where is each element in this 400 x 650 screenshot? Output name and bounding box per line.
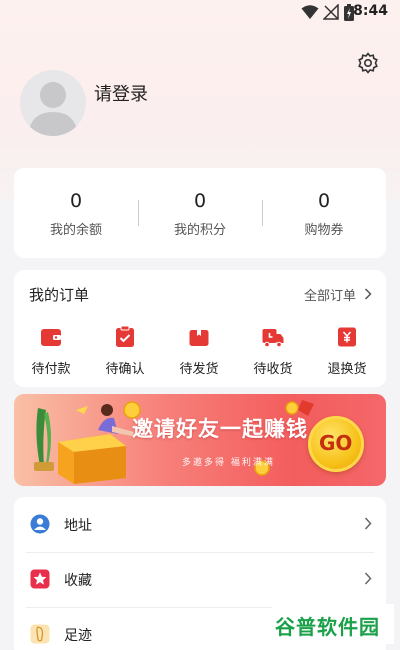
banner-title: 邀请好友一起赚钱: [132, 417, 308, 441]
menu-item-label: 收藏: [64, 573, 92, 589]
footprint-icon: [30, 624, 50, 644]
coupon-label: 购物券: [304, 223, 344, 238]
chevron-right-icon: [364, 572, 372, 585]
status-time: 8:44: [353, 3, 388, 19]
menu-item-label: 足迹: [64, 628, 92, 644]
order-item-label: 待确认: [105, 362, 145, 377]
order-item-label: 待发货: [179, 362, 219, 377]
yen-refund-icon: [338, 327, 356, 347]
go-button[interactable]: GO: [308, 416, 364, 472]
points-stat[interactable]: 0 我的积分: [138, 190, 262, 238]
delivery-truck-icon: [262, 329, 284, 348]
watermark-text: 谷普软件园: [275, 615, 380, 639]
menu-item-favorites[interactable]: 收藏: [14, 552, 386, 607]
balance-value: 0: [69, 190, 83, 212]
all-orders-link[interactable]: 全部订单: [304, 285, 356, 304]
avatar-icon: [28, 82, 78, 136]
order-item-label: 退换货: [327, 362, 367, 377]
points-label: 我的积分: [173, 223, 226, 238]
watermark: 谷普软件园: [272, 604, 394, 644]
login-link[interactable]: 请登录: [94, 80, 148, 106]
orders-title: 我的订单: [29, 286, 90, 304]
points-value: 0: [193, 190, 207, 212]
avatar[interactable]: [20, 70, 86, 136]
menu-item-label: 地址: [64, 518, 92, 534]
invite-banner[interactable]: 邀请好友一起赚钱 多邀多得 福利满满 GO: [14, 394, 386, 486]
wallet-icon: [41, 329, 61, 346]
balance-label: 我的余额: [49, 223, 102, 238]
account-stats-card: 0 我的余额 0 我的积分 0 购物券: [14, 168, 386, 258]
signal-icon: [323, 4, 339, 20]
coupon-stat[interactable]: 0 购物券: [262, 190, 386, 238]
star-icon: [30, 569, 50, 589]
coupon-value: 0: [317, 190, 331, 212]
order-pending-confirm[interactable]: 待确认: [88, 325, 162, 377]
status-bar: 8:44: [0, 0, 400, 24]
balance-stat[interactable]: 0 我的余额: [14, 190, 138, 238]
go-label: GO: [319, 431, 353, 455]
menu-item-address[interactable]: 地址: [14, 497, 386, 552]
order-returns[interactable]: 退换货: [310, 325, 384, 377]
location-person-icon: [30, 514, 50, 534]
gear-icon[interactable]: [356, 51, 380, 75]
checklist-icon: [116, 325, 134, 347]
chevron-right-icon[interactable]: [364, 288, 372, 300]
package-icon: [189, 330, 209, 346]
order-item-label: 待付款: [31, 362, 71, 377]
orders-card: 我的订单 全部订单 待付款 待确认 待发货 待收货 退换货: [14, 270, 386, 387]
order-item-label: 待收货: [253, 362, 293, 377]
banner-subtitle: 多邀多得 福利满满: [182, 458, 275, 468]
order-pending-receipt[interactable]: 待收货: [236, 325, 310, 377]
wifi-icon: [301, 5, 319, 19]
chevron-right-icon: [364, 517, 372, 530]
order-pending-payment[interactable]: 待付款: [14, 325, 88, 377]
order-pending-shipment[interactable]: 待发货: [162, 325, 236, 377]
